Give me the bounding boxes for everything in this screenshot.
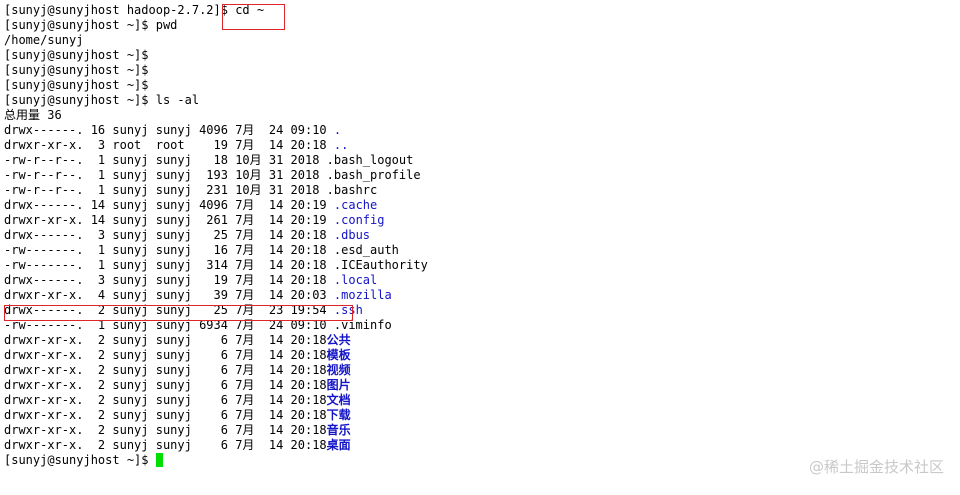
line-text: [sunyj@sunyjhost ~]$ <box>4 453 156 467</box>
line-text: drwxr-xr-x. 14 sunyj sunyj 261 7月 14 20:… <box>4 213 334 227</box>
line-text: drwxr-xr-x. 2 sunyj sunyj 6 7月 14 20:18 <box>4 378 327 392</box>
directory-name: 音乐 <box>326 423 351 437</box>
directory-name: 公共 <box>326 333 351 347</box>
terminal-line: -rw-------. 1 sunyj sunyj 314 7月 14 20:1… <box>4 258 428 273</box>
line-text: drwx------. 16 sunyj sunyj 4096 7月 24 09… <box>4 123 334 137</box>
directory-name: 下载 <box>326 408 351 422</box>
terminal-line: [sunyj@sunyjhost hadoop-2.7.2]$ cd ~ <box>4 3 428 18</box>
terminal-line: 总用量 36 <box>4 108 428 123</box>
line-text: -rw-r--r--. 1 sunyj sunyj 18 10月 31 2018… <box>4 153 414 167</box>
directory-name: 文档 <box>326 393 351 407</box>
directory-name: .config <box>333 213 385 227</box>
terminal-line: drwxr-xr-x. 2 sunyj sunyj 6 7月 14 20:18公… <box>4 333 428 348</box>
line-text: drwx------. 3 sunyj sunyj 25 7月 14 20:18 <box>4 228 334 242</box>
watermark: @稀土掘金技术社区 <box>808 458 944 476</box>
highlight-box-cd-command <box>222 4 285 30</box>
terminal-line: [sunyj@sunyjhost ~]$ pwd <box>4 18 428 33</box>
terminal-line: [sunyj@sunyjhost ~]$ <box>4 63 428 78</box>
directory-name: . <box>333 123 342 137</box>
terminal-line: [sunyj@sunyjhost ~]$ <box>4 453 428 468</box>
line-text: [sunyj@sunyjhost ~]$ <box>4 78 149 92</box>
line-text: drwxr-xr-x. 2 sunyj sunyj 6 7月 14 20:18 <box>4 423 327 437</box>
terminal-line: drwxr-xr-x. 2 sunyj sunyj 6 7月 14 20:18音… <box>4 423 428 438</box>
terminal-line: drwxr-xr-x. 14 sunyj sunyj 261 7月 14 20:… <box>4 213 428 228</box>
directory-name: .dbus <box>333 228 371 242</box>
line-text: 总用量 36 <box>4 108 62 122</box>
line-text: -rw-r--r--. 1 sunyj sunyj 231 10月 31 201… <box>4 183 378 197</box>
directory-name: .cache <box>333 198 378 212</box>
terminal-line: [sunyj@sunyjhost ~]$ <box>4 78 428 93</box>
terminal-line: drwx------. 3 sunyj sunyj 19 7月 14 20:18… <box>4 273 428 288</box>
line-text: drwxr-xr-x. 2 sunyj sunyj 6 7月 14 20:18 <box>4 363 327 377</box>
cursor-block <box>155 453 163 467</box>
terminal-line: drwx------. 14 sunyj sunyj 4096 7月 14 20… <box>4 198 428 213</box>
line-text: -rw-------. 1 sunyj sunyj 314 7月 14 20:1… <box>4 258 428 272</box>
terminal-line: /home/sunyj <box>4 33 428 48</box>
terminal-window[interactable]: [sunyj@sunyjhost hadoop-2.7.2]$ cd ~ [sun… <box>0 0 960 495</box>
line-text: [sunyj@sunyjhost ~]$ pwd <box>4 18 178 32</box>
line-text: drwxr-xr-x. 2 sunyj sunyj 6 7月 14 20:18 <box>4 408 327 422</box>
terminal-line: -rw-r--r--. 1 sunyj sunyj 231 10月 31 201… <box>4 183 428 198</box>
line-text: [sunyj@sunyjhost ~]$ <box>4 48 149 62</box>
terminal-line: drwx------. 3 sunyj sunyj 25 7月 14 20:18… <box>4 228 428 243</box>
terminal-line: [sunyj@sunyjhost ~]$ <box>4 48 428 63</box>
directory-name: 模板 <box>326 348 351 362</box>
line-text: drwxr-xr-x. 3 root root 19 7月 14 20:18 <box>4 138 334 152</box>
line-text: drwxr-xr-x. 4 sunyj sunyj 39 7月 14 20:03 <box>4 288 334 302</box>
highlight-box-ssh-row <box>4 305 353 321</box>
terminal-line: drwxr-xr-x. 2 sunyj sunyj 6 7月 14 20:18文… <box>4 393 428 408</box>
line-text: drwx------. 3 sunyj sunyj 19 7月 14 20:18 <box>4 273 334 287</box>
line-text: drwxr-xr-x. 2 sunyj sunyj 6 7月 14 20:18 <box>4 333 327 347</box>
line-text: drwx------. 14 sunyj sunyj 4096 7月 14 20… <box>4 198 334 212</box>
terminal-line: -rw-------. 1 sunyj sunyj 16 7月 14 20:18… <box>4 243 428 258</box>
terminal-line: drwx------. 16 sunyj sunyj 4096 7月 24 09… <box>4 123 428 138</box>
terminal-line: [sunyj@sunyjhost ~]$ ls -al <box>4 93 428 108</box>
terminal-line: drwxr-xr-x. 2 sunyj sunyj 6 7月 14 20:18桌… <box>4 438 428 453</box>
line-text: [sunyj@sunyjhost ~]$ <box>4 63 149 77</box>
terminal-line: drwxr-xr-x. 2 sunyj sunyj 6 7月 14 20:18图… <box>4 378 428 393</box>
line-text: -rw-r--r--. 1 sunyj sunyj 193 10月 31 201… <box>4 168 421 182</box>
line-text: [sunyj@sunyjhost ~]$ ls -al <box>4 93 200 107</box>
terminal-line: -rw-r--r--. 1 sunyj sunyj 193 10月 31 201… <box>4 168 428 183</box>
line-text: drwxr-xr-x. 2 sunyj sunyj 6 7月 14 20:18 <box>4 348 327 362</box>
terminal-line: drwxr-xr-x. 2 sunyj sunyj 6 7月 14 20:18模… <box>4 348 428 363</box>
directory-name: 桌面 <box>326 438 351 452</box>
directory-name: .local <box>333 273 378 287</box>
line-text: /home/sunyj <box>4 33 84 47</box>
line-text: -rw-------. 1 sunyj sunyj 16 7月 14 20:18… <box>4 243 399 257</box>
directory-name: 图片 <box>326 378 351 392</box>
directory-name: 视频 <box>326 363 351 377</box>
directory-name: .. <box>333 138 349 152</box>
terminal-line: drwxr-xr-x. 2 sunyj sunyj 6 7月 14 20:18下… <box>4 408 428 423</box>
line-text: drwxr-xr-x. 2 sunyj sunyj 6 7月 14 20:18 <box>4 393 327 407</box>
terminal-line: drwxr-xr-x. 3 root root 19 7月 14 20:18 .… <box>4 138 428 153</box>
terminal-line: -rw-r--r--. 1 sunyj sunyj 18 10月 31 2018… <box>4 153 428 168</box>
directory-name: .mozilla <box>333 288 392 302</box>
terminal-line: drwxr-xr-x. 4 sunyj sunyj 39 7月 14 20:03… <box>4 288 428 303</box>
line-text: drwxr-xr-x. 2 sunyj sunyj 6 7月 14 20:18 <box>4 438 327 452</box>
terminal-line: drwxr-xr-x. 2 sunyj sunyj 6 7月 14 20:18视… <box>4 363 428 378</box>
terminal-output: [sunyj@sunyjhost hadoop-2.7.2]$ cd ~ [sun… <box>4 3 428 468</box>
